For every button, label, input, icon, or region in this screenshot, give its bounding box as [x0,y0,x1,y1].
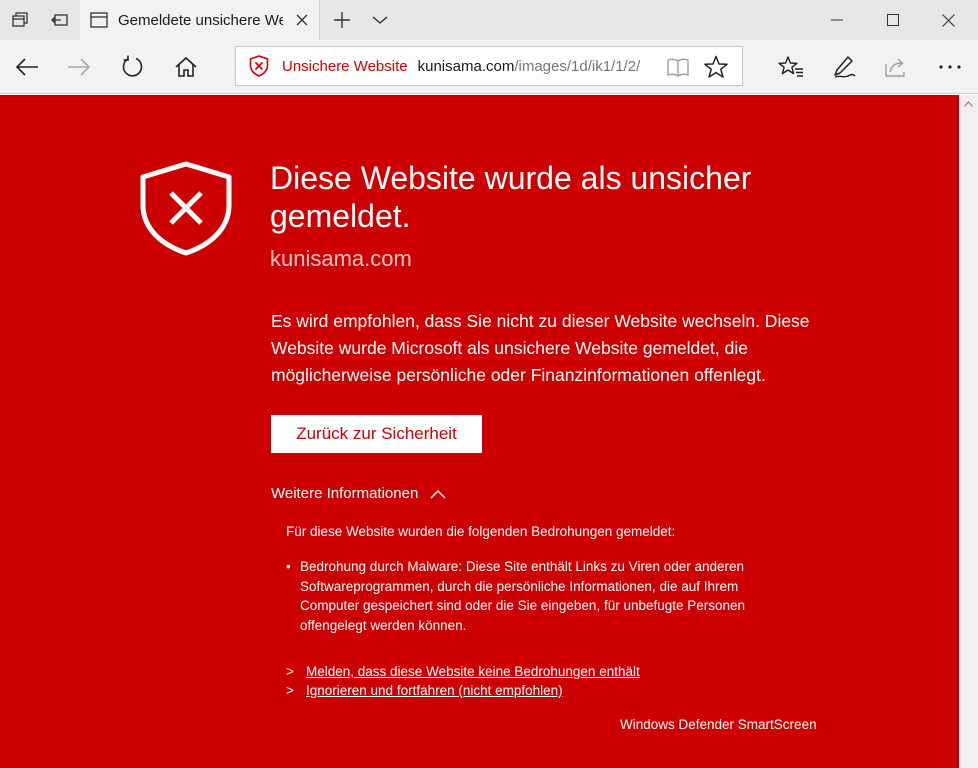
more-info-label: Weitere Informationen [271,485,419,502]
favorites-hub-button[interactable] [769,47,813,87]
tab-manager-button[interactable] [0,0,40,40]
active-tab[interactable]: Gemeldete unsichere Website [80,0,320,40]
navigation-bar: Unsichere Website kunisama.com/images/1d… [0,40,978,94]
tab-manager-icon [12,12,28,27]
tab-title: Gemeldete unsichere Website [118,11,283,29]
chevron-down-icon [372,16,388,24]
minimize-button[interactable] [812,0,862,40]
refresh-button[interactable] [111,47,155,87]
maximize-icon [887,14,899,26]
url-path: /images/1d/ik1/1/2/ [514,57,641,75]
chevron-up-icon [430,489,446,499]
share-icon [885,58,905,77]
back-arrow-icon [15,58,38,76]
site-domain: kunisama.com [270,246,412,271]
more-icon [939,65,961,69]
back-button[interactable] [5,47,49,87]
bullet-marker: • [286,559,291,574]
threat-description: Bedrohung durch Malware: Diese Site enth… [300,559,746,633]
unsafe-website-label[interactable]: Unsichere Website [282,58,408,75]
home-button[interactable] [164,47,208,87]
warning-headline: Diese Website wurde als unsicher gemelde… [270,160,752,234]
more-button[interactable] [928,47,972,87]
report-no-threats-link[interactable]: Melden, dass diese Website keine Bedrohu… [306,664,640,679]
link-marker: > [286,683,294,698]
notes-button[interactable] [822,47,866,87]
reading-view-button[interactable] [666,55,690,79]
forward-arrow-icon [68,58,91,76]
tab-close-button[interactable] [293,11,311,29]
share-button[interactable] [874,47,918,87]
home-icon [175,56,197,77]
tab-list-button[interactable] [360,0,400,40]
close-icon [296,14,308,26]
ignore-row: > Ignorieren und fortfahren (nicht empfo… [286,683,563,698]
unsafe-shield-icon[interactable] [248,55,270,77]
address-bar[interactable]: Unsichere Website kunisama.com/images/1d… [235,46,743,86]
pen-icon [834,56,856,78]
page-icon [90,12,108,28]
book-icon [667,58,689,77]
add-favorite-button[interactable] [704,55,728,79]
chevron-up-icon [964,101,973,107]
refresh-icon [122,55,143,77]
warning-description: Es wird empfohlen, dass Sie nicht zu die… [271,311,810,385]
star-icon [704,55,728,78]
report-safe-row: > Melden, dass diese Website keine Bedro… [286,664,640,679]
close-icon [941,13,955,27]
shield-x-icon [140,161,232,256]
maximize-button[interactable] [868,0,918,40]
vertical-scrollbar[interactable] [959,95,978,768]
scroll-up-button[interactable] [959,95,978,113]
new-tab-button[interactable] [322,0,362,40]
tab-strip: Gemeldete unsichere Website [0,0,978,40]
plus-icon [334,12,350,28]
favorites-list-icon [778,56,803,77]
set-aside-tabs-button[interactable] [40,0,80,40]
minimize-icon [831,19,843,21]
ignore-and-continue-link[interactable]: Ignorieren und fortfahren (nicht empfohl… [306,683,563,698]
back-to-safety-button[interactable]: Zurück zur Sicherheit [271,415,482,453]
threats-intro: Für diese Website wurden die folgenden B… [286,524,676,539]
forward-button[interactable] [57,47,101,87]
smartscreen-warning-page: Diese Website wurde als unsicher gemelde… [0,95,959,768]
url-domain: kunisama.com [417,57,515,75]
url-text[interactable]: kunisama.com/images/1d/ik1/1/2/ [418,58,656,75]
link-marker: > [286,664,294,679]
set-aside-tabs-icon [51,14,68,26]
more-info-toggle[interactable]: Weitere Informationen [271,485,446,502]
smartscreen-footer: Windows Defender SmartScreen [620,717,817,732]
close-window-button[interactable] [923,0,973,40]
